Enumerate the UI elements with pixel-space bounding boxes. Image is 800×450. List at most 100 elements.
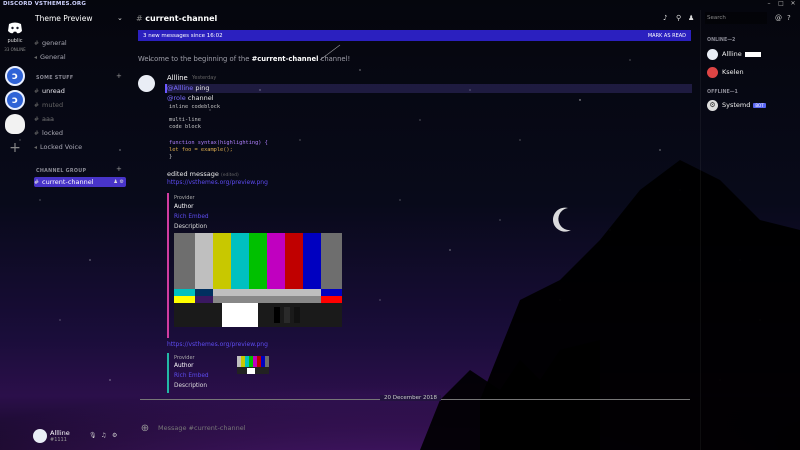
discord-logo-icon	[8, 22, 22, 34]
member-list: Search @ ? ONLINE—2 Allline Kselen OFFLI…	[700, 10, 800, 450]
category-some-stuff[interactable]: SOME STUFF	[36, 76, 73, 81]
bot-badge: BOT	[753, 102, 766, 108]
avatar[interactable]	[33, 429, 47, 443]
gear-icon[interactable]: ⚙	[112, 432, 117, 439]
server-name[interactable]: Theme Preview	[35, 14, 92, 23]
chevron-down-icon[interactable]: ⌄	[117, 14, 123, 22]
channel-aaa[interactable]: # aaa	[34, 114, 126, 124]
channel-current[interactable]: # current-channel ♟ ⚙	[34, 177, 126, 187]
code-line: multi-line	[169, 117, 201, 123]
edited-text: edited message	[167, 170, 219, 178]
member-name: Allline	[722, 50, 742, 58]
maximize-button[interactable]: □	[776, 0, 786, 7]
guild-vsthemes-1[interactable]: ↄ	[5, 66, 25, 86]
at-mention-icon[interactable]: @	[775, 14, 782, 22]
avatar[interactable]	[138, 75, 155, 92]
hash-icon: #	[34, 101, 40, 109]
embed-provider: Provider	[174, 195, 195, 201]
hash-icon: #	[34, 39, 40, 47]
channel-general[interactable]: # general	[34, 38, 126, 48]
add-channel-icon[interactable]: +	[116, 165, 122, 173]
embed-author: Author	[174, 363, 194, 369]
speaker-icon: ◂	[34, 53, 38, 61]
message-author[interactable]: Allline	[167, 74, 188, 82]
message-link[interactable]: https://vsthemes.org/preview.png	[167, 341, 268, 348]
gear-icon: ⚙	[707, 99, 718, 111]
members-icon[interactable]: ♟	[688, 14, 694, 22]
channel-label: general	[42, 39, 67, 47]
mention-line: @Allline ping	[167, 84, 210, 92]
channel-locked[interactable]: # locked	[34, 128, 126, 138]
date-divider: 20 December 2018	[380, 395, 442, 401]
welcome-suffix: channel!	[318, 55, 351, 63]
inline-code: inline codeblock	[169, 104, 221, 110]
guild-vsthemes-2[interactable]: ↄ	[5, 90, 25, 110]
minimize-button[interactable]: –	[764, 0, 774, 7]
window-titlebar: DISCORD VSTHEMES.ORG – □ ✕	[0, 0, 800, 10]
hash-icon: #	[34, 115, 40, 123]
member-name: Kselen	[722, 68, 744, 76]
channel-label: locked	[42, 129, 64, 137]
member-name: Systemd	[722, 101, 751, 109]
member-item[interactable]: Allline	[707, 48, 761, 60]
rich-embed: Provider Author Rich Embed Description	[167, 353, 287, 393]
home-label: public	[7, 38, 23, 44]
user-tag: #1111	[50, 437, 67, 443]
mention-highlight	[165, 84, 692, 93]
add-server-button[interactable]: +	[7, 140, 23, 160]
guild-list: public 33 ONLINE ↄ ↄ +	[0, 10, 30, 450]
channel-locked-voice[interactable]: ◂ Locked Voice	[34, 142, 126, 152]
embed-thumbnail[interactable]	[237, 356, 269, 374]
upload-plus-icon[interactable]: ⊕	[138, 423, 152, 434]
mention-text: ping	[193, 84, 210, 92]
hash-icon: #	[136, 14, 146, 23]
channel-muted[interactable]: # muted	[34, 100, 126, 110]
guild-ghost[interactable]	[5, 114, 25, 134]
home-button[interactable]	[5, 18, 25, 38]
channel-title-text: current-channel	[145, 14, 218, 23]
help-icon[interactable]: ?	[787, 14, 791, 22]
embed-description: Description	[174, 224, 208, 230]
channel-title: # current-channel	[136, 14, 217, 23]
member-item[interactable]: Kselen	[707, 66, 744, 78]
embed-title[interactable]: Rich Embed	[174, 214, 209, 220]
hash-icon: #	[34, 87, 40, 95]
channel-settings-icons[interactable]: ♟ ⚙	[113, 179, 126, 185]
vsthemes-server-icon: ↄ	[12, 70, 18, 82]
channel-label: General	[40, 53, 66, 61]
headphones-icon[interactable]: ♫	[101, 432, 106, 439]
role-mention[interactable]: @role	[167, 94, 186, 102]
search-input[interactable]: Search	[705, 12, 767, 24]
user-name: Allline	[50, 429, 70, 437]
pin-icon[interactable]: ⚲	[676, 14, 681, 22]
embed-author: Author	[174, 204, 194, 210]
channel-sidebar: Theme Preview ⌄ # general ◂ General SOME…	[30, 10, 130, 450]
role-line: @role channel	[167, 94, 214, 102]
close-window-button[interactable]: ✕	[788, 0, 798, 7]
avatar	[707, 48, 718, 60]
channel-label: Locked Voice	[40, 143, 83, 151]
bell-icon[interactable]: ♪	[663, 14, 667, 22]
rich-embed: Provider Author Rich Embed Description	[167, 193, 347, 338]
category-channel-group[interactable]: CHANNEL GROUP	[36, 169, 86, 174]
add-channel-icon[interactable]: +	[116, 72, 122, 80]
microphone-icon[interactable]: 🎙︎	[89, 432, 97, 439]
member-item[interactable]: ⚙ Systemd BOT	[707, 99, 766, 111]
code-line: function syntax(highlighting) {	[169, 140, 268, 146]
mark-as-read-button[interactable]: MARK AS READ	[648, 33, 686, 39]
embed-title[interactable]: Rich Embed	[174, 373, 209, 379]
hash-icon: #	[34, 178, 40, 186]
message-link[interactable]: https://vsthemes.org/preview.png	[167, 179, 268, 186]
channel-general-voice[interactable]: ◂ General	[34, 52, 126, 62]
channel-label: unread	[42, 87, 65, 95]
message-composer[interactable]: ⊕ Message #current-channel	[138, 421, 692, 435]
chat-area: # current-channel ♪ ⚲ ♟ 3 new messages s…	[130, 10, 700, 450]
embed-image-test-pattern[interactable]	[174, 233, 342, 327]
welcome-prefix: Welcome to the beginning of the	[138, 55, 252, 63]
new-messages-banner[interactable]: 3 new messages since 16:02 MARK AS READ	[138, 30, 691, 41]
message-timestamp: Yesterday	[192, 75, 217, 81]
welcome-channel: #current-channel	[251, 55, 319, 63]
channel-unread[interactable]: # unread	[34, 86, 126, 96]
user-mention[interactable]: @Allline	[167, 84, 193, 92]
message-input[interactable]: Message #current-channel	[158, 424, 246, 432]
